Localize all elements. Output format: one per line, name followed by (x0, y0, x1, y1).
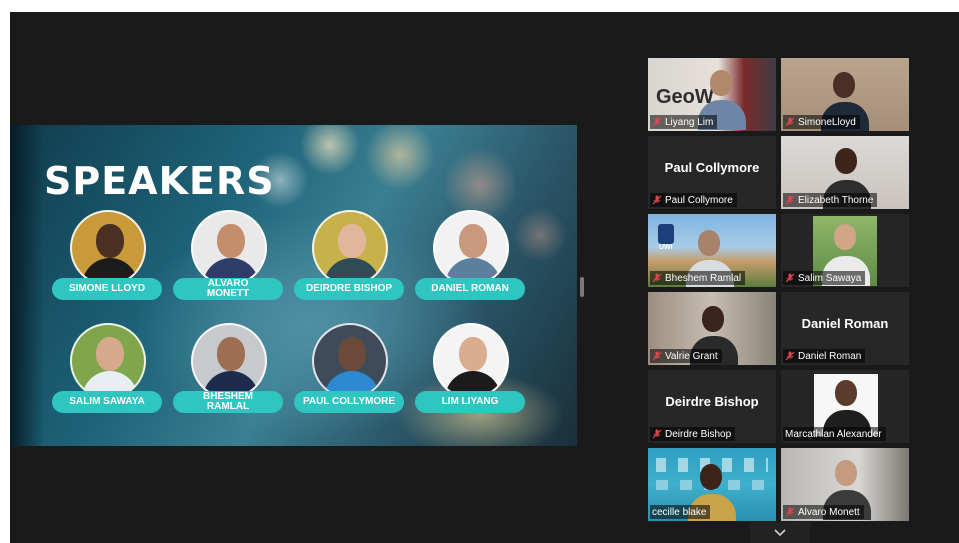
muted-mic-icon (652, 429, 662, 439)
zoom-meeting-window: SPEAKERS SIMONE LLOYD ALVARO MONETT DEIR… (10, 12, 959, 543)
chevron-down-icon (774, 528, 786, 536)
participant-name: Alvaro Monett (798, 506, 860, 518)
speaker-photo (312, 323, 388, 399)
muted-mic-icon (785, 351, 795, 361)
participant-video-tile[interactable]: Alvaro Monett (781, 448, 909, 521)
participant-video-tile[interactable]: SimoneLloyd (781, 58, 909, 131)
muted-mic-icon (652, 273, 662, 283)
participant-nameplate: Liyang Lim (650, 115, 718, 129)
participant-video-tile[interactable]: GeoW Liyang Lim (648, 58, 776, 131)
muted-mic-icon (652, 351, 662, 361)
participant-video-tile[interactable]: Paul Collymore Paul Collymore (648, 136, 776, 209)
speaker-card: SIMONE LLOYD (52, 210, 162, 306)
participant-nameplate: SimoneLloyd (783, 115, 860, 129)
participant-nameplate: Daniel Roman (783, 349, 866, 363)
participant-name: Daniel Roman (798, 350, 862, 362)
speaker-name-pill: PAUL COLLYMORE (294, 391, 404, 413)
split-view-handle[interactable] (580, 277, 584, 297)
speaker-name-pill: DANIEL ROMAN (415, 278, 525, 300)
participant-name: Marcathlan Alexander (785, 428, 882, 440)
participant-video-tile[interactable]: UWI Bheshem Ramlal (648, 214, 776, 287)
speaker-name-pill: BHESHEM RAMLAL (173, 391, 283, 413)
participant-nameplate: Deirdre Bishop (650, 427, 736, 441)
speaker-name-pill: ALVARO MONETT (173, 278, 283, 300)
shared-screen-slide: SPEAKERS SIMONE LLOYD ALVARO MONETT DEIR… (10, 125, 577, 446)
participant-nameplate: cecille blake (650, 505, 711, 519)
speaker-card: BHESHEM RAMLAL (173, 323, 283, 419)
muted-mic-icon (785, 273, 795, 283)
speaker-photo (191, 210, 267, 286)
participant-gallery: GeoW Liyang Lim SimoneLloyd Paul Collymo… (648, 58, 910, 528)
speaker-photo (433, 323, 509, 399)
speaker-name-pill: LIM LIYANG (415, 391, 525, 413)
speaker-name-pill: SALIM SAWAYA (52, 391, 162, 413)
participant-nameplate: Valrie Grant (650, 349, 722, 363)
participant-video-tile[interactable]: Marcathlan Alexander (781, 370, 909, 443)
slide-title: SPEAKERS (44, 159, 275, 203)
speaker-card: ALVARO MONETT (173, 210, 283, 306)
participant-display-name: Daniel Roman (801, 316, 889, 331)
speaker-photo (70, 323, 146, 399)
background-logo-text: UWI (659, 244, 673, 251)
speaker-name-pill: SIMONE LLOYD (52, 278, 162, 300)
speaker-card: SALIM SAWAYA (52, 323, 162, 419)
speaker-photo (433, 210, 509, 286)
participant-nameplate: Salim Sawaya (783, 271, 866, 285)
participant-video-tile[interactable]: Deirdre Bishop Deirdre Bishop (648, 370, 776, 443)
speaker-card: PAUL COLLYMORE (294, 323, 404, 419)
participant-nameplate: Elizabeth Thorne (783, 193, 878, 207)
speaker-card: DANIEL ROMAN (415, 210, 525, 306)
muted-mic-icon (785, 195, 795, 205)
participant-name: Elizabeth Thorne (798, 194, 874, 206)
speaker-photo (70, 210, 146, 286)
speaker-photo (312, 210, 388, 286)
participant-name: Bheshem Ramlal (665, 272, 742, 284)
participant-video-tile[interactable]: Elizabeth Thorne (781, 136, 909, 209)
speaker-card: DEIRDRE BISHOP (294, 210, 404, 306)
speaker-card: LIM LIYANG (415, 323, 525, 419)
participant-nameplate: Alvaro Monett (783, 505, 864, 519)
participant-display-name: Paul Collymore (664, 160, 760, 175)
muted-mic-icon (652, 195, 662, 205)
participant-name: Salim Sawaya (798, 272, 862, 284)
participant-nameplate: Marcathlan Alexander (783, 427, 886, 441)
participant-video-tile-active-speaker[interactable]: cecille blake (648, 448, 776, 521)
participant-nameplate: Paul Collymore (650, 193, 737, 207)
muted-mic-icon (785, 117, 795, 127)
speaker-photo (191, 323, 267, 399)
participant-name: SimoneLloyd (798, 116, 856, 128)
participant-video-tile[interactable]: Salim Sawaya (781, 214, 909, 287)
participant-display-name: Deirdre Bishop (665, 394, 759, 409)
participant-name: Deirdre Bishop (665, 428, 732, 440)
participant-name: Paul Collymore (665, 194, 733, 206)
participant-name: Valrie Grant (665, 350, 718, 362)
participant-name: cecille blake (652, 506, 707, 518)
gallery-scroll-down-button[interactable] (750, 522, 810, 543)
participant-video-tile[interactable]: Valrie Grant (648, 292, 776, 365)
speaker-name-pill: DEIRDRE BISHOP (294, 278, 404, 300)
participant-nameplate: Bheshem Ramlal (650, 271, 746, 285)
muted-mic-icon (652, 117, 662, 127)
muted-mic-icon (785, 507, 795, 517)
participant-video-tile[interactable]: Daniel Roman Daniel Roman (781, 292, 909, 365)
participant-name: Liyang Lim (665, 116, 714, 128)
